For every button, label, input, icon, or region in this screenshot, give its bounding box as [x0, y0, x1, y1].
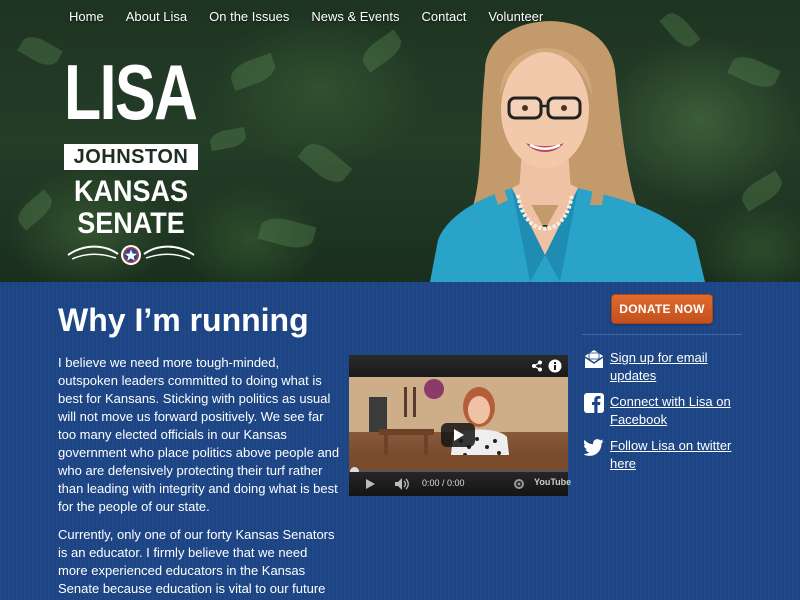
- foliage-leaf: [737, 170, 787, 212]
- intro-text: I believe we need more tough-minded, out…: [58, 354, 340, 600]
- foliage-leaf: [727, 50, 781, 94]
- info-icon[interactable]: [548, 359, 562, 373]
- play-icon[interactable]: [441, 423, 475, 447]
- foliage-leaf: [13, 189, 57, 231]
- twitter-label[interactable]: Follow Lisa on twitter here: [610, 437, 744, 473]
- volume-icon[interactable]: [394, 477, 410, 491]
- candidate-portrait: [430, 21, 705, 282]
- campaign-logo[interactable]: LISA JOHNSTON KANSAS SENATE: [64, 50, 198, 268]
- share-icon[interactable]: [531, 360, 543, 372]
- video-player[interactable]: 0:00 / 0:00 YouTube: [349, 355, 571, 496]
- nav-home[interactable]: Home: [58, 0, 115, 32]
- play-icon[interactable]: [364, 478, 376, 490]
- donate-button[interactable]: DONATE NOW: [611, 294, 713, 324]
- paragraph: I believe we need more tough-minded, out…: [58, 355, 340, 514]
- page-title: Why I’m running: [58, 302, 309, 338]
- foliage-leaf: [357, 29, 407, 73]
- logo-office-line2: SENATE: [77, 207, 185, 240]
- foliage-leaf: [17, 31, 63, 71]
- video-controls: 0:00 / 0:00 YouTube: [349, 472, 571, 496]
- facebook-link[interactable]: Connect with Lisa on Facebook: [584, 393, 744, 429]
- logo-office-line1: KANSAS: [73, 175, 189, 208]
- sidebar-divider: [582, 334, 742, 335]
- email-signup-label[interactable]: Sign up for email updates: [610, 349, 744, 385]
- logo-first-name: LISA: [64, 48, 198, 136]
- settings-icon[interactable]: [513, 478, 525, 490]
- foliage-leaf: [227, 52, 279, 92]
- nav-about-lisa[interactable]: About Lisa: [115, 0, 198, 32]
- video-title-bar: [349, 355, 568, 377]
- logo-last-name: JOHNSTON: [64, 144, 198, 170]
- paragraph: Currently, only one of our forty Kansas …: [58, 527, 335, 600]
- youtube-logo[interactable]: YouTube: [534, 477, 571, 487]
- mail-icon: [584, 350, 604, 368]
- facebook-icon: [584, 393, 604, 413]
- twitter-icon: [584, 439, 604, 456]
- nav-on-the-issues[interactable]: On the Issues: [198, 0, 300, 32]
- foliage-leaf: [297, 136, 353, 190]
- foliage-leaf: [208, 127, 248, 151]
- facebook-label[interactable]: Connect with Lisa on Facebook: [610, 393, 744, 429]
- nav-news-events[interactable]: News & Events: [300, 0, 410, 32]
- email-signup-link[interactable]: Sign up for email updates: [584, 349, 744, 385]
- video-time: 0:00 / 0:00: [422, 478, 465, 488]
- foliage-leaf: [257, 213, 317, 253]
- video-thumbnail[interactable]: [349, 377, 568, 472]
- star-icon: [67, 245, 195, 265]
- twitter-link[interactable]: Follow Lisa on twitter here: [584, 437, 744, 473]
- main-content: Why I’m running I believe we need more t…: [0, 282, 800, 600]
- hero-banner: Home About Lisa On the Issues News & Eve…: [0, 0, 800, 282]
